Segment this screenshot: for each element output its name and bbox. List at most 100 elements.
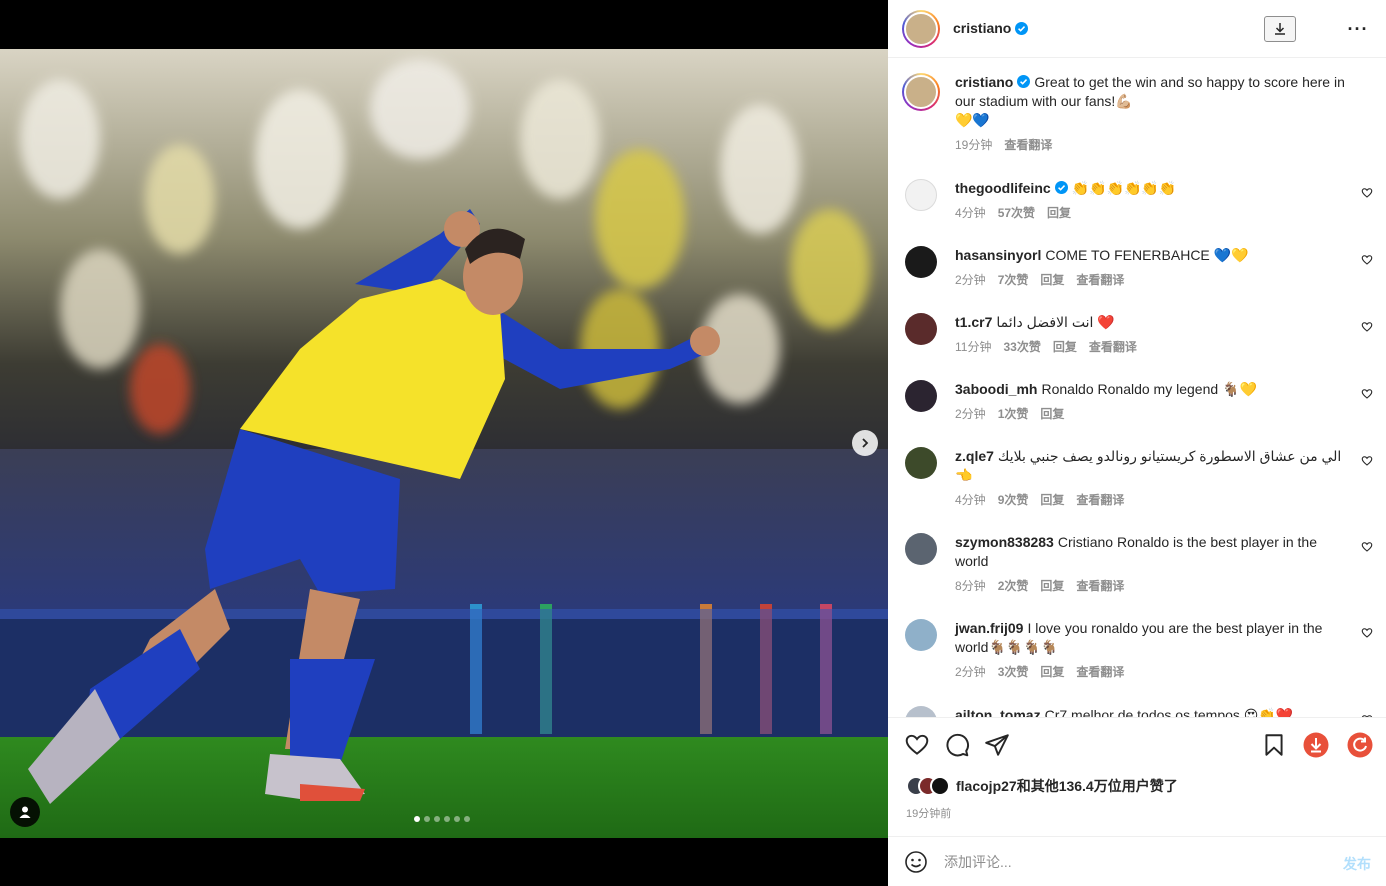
verified-icon — [1054, 181, 1068, 194]
comment-likes[interactable]: 57次赞 — [998, 204, 1035, 223]
comment-text: Cr7 melhor de todos os tempos 😍👏❤️ — [1044, 707, 1294, 717]
translate-link[interactable]: 查看翻译 — [1076, 491, 1124, 510]
comment-text: 👏👏👏👏👏👏 — [1071, 180, 1177, 196]
comment-meta: 11分钟 33次赞 回复 查看翻译 — [955, 338, 1345, 357]
commenter-username[interactable]: hasansinyorl — [955, 247, 1041, 263]
comment-likes[interactable]: 3次赞 — [998, 663, 1029, 682]
comment-time: 2分钟 — [955, 273, 986, 287]
download-extension-icon[interactable] — [1303, 732, 1329, 758]
commenter-username[interactable]: t1.cr7 — [955, 314, 992, 330]
commenter-username[interactable]: z.qle7 — [955, 448, 994, 464]
author-avatar[interactable] — [902, 10, 940, 48]
caption-meta: 19分钟 查看翻译 — [955, 136, 1345, 155]
commenter-avatar[interactable] — [905, 533, 937, 565]
post-photo — [0, 49, 888, 838]
user-tags-button[interactable] — [10, 797, 40, 827]
translate-link[interactable]: 查看翻译 — [1076, 271, 1124, 290]
caption-body: cristiano Great to get the win and so hap… — [955, 73, 1345, 155]
translate-link[interactable]: 查看翻译 — [1089, 338, 1137, 357]
heart-icon[interactable] — [904, 732, 930, 758]
comment-meta: 4分钟 57次赞 回复 — [955, 204, 1345, 223]
post-header: cristiano ··· — [888, 0, 1386, 58]
download-button[interactable] — [1264, 16, 1296, 42]
comment-like-heart-icon[interactable] — [1361, 187, 1373, 199]
comment-like-heart-icon[interactable] — [1361, 455, 1373, 467]
comment-like-heart-icon[interactable] — [1361, 321, 1373, 333]
caption-avatar[interactable] — [902, 73, 940, 111]
comment-icon[interactable] — [944, 732, 970, 758]
comment-body: szymon838283 Cristiano Ronaldo is the bes… — [955, 533, 1345, 596]
reply-link[interactable]: 回复 — [1040, 405, 1064, 424]
comments-list[interactable]: cristiano Great to get the win and so hap… — [888, 59, 1386, 717]
comment-like-heart-icon[interactable] — [1361, 627, 1373, 639]
post-side-panel: cristiano ··· cristiano Great to get the … — [888, 0, 1386, 886]
comment-text: الي من عشاق الاسطورة كريستيانو رونالدو ي… — [955, 448, 1342, 483]
caption-text: Great to get the win and so happy to sco… — [955, 74, 1345, 109]
commenter-avatar[interactable] — [905, 380, 937, 412]
comment-time: 2分钟 — [955, 407, 986, 421]
post-timestamp: 19分钟前 — [906, 808, 952, 820]
commenter-username[interactable]: szymon838283 — [955, 534, 1054, 550]
comment-likes[interactable]: 1次赞 — [998, 405, 1029, 424]
carousel-next-button[interactable] — [852, 430, 878, 456]
comment-time: 2分钟 — [955, 665, 986, 679]
likes-summary[interactable]: flacojp27和其他136.4万位用户赞了 — [906, 776, 1178, 796]
post-actions: flacojp27和其他136.4万位用户赞了 19分钟前 — [888, 717, 1386, 837]
likes-count-text[interactable]: flacojp27和其他136.4万位用户赞了 — [956, 776, 1178, 796]
emoji-icon[interactable] — [904, 850, 928, 874]
post-comment-button[interactable]: 发布 — [1343, 854, 1371, 874]
comment-text: Ronaldo Ronaldo my legend 🐐💛 — [1041, 381, 1257, 397]
comment-meta: 8分钟 2次赞 回复 查看翻译 — [955, 577, 1345, 596]
comment-meta: 2分钟 7次赞 回复 查看翻译 — [955, 271, 1345, 290]
reply-link[interactable]: 回复 — [1040, 663, 1064, 682]
caption-username[interactable]: cristiano — [955, 74, 1013, 90]
commenter-avatar[interactable] — [905, 619, 937, 651]
comment-likes[interactable]: 7次赞 — [998, 271, 1029, 290]
comment-body: 3aboodi_mh Ronaldo Ronaldo my legend 🐐💛 2分… — [955, 380, 1345, 424]
comment-time: 8分钟 — [955, 579, 986, 593]
commenter-avatar[interactable] — [905, 447, 937, 479]
comment-like-heart-icon[interactable] — [1361, 388, 1373, 400]
comment-input[interactable] — [944, 851, 1324, 873]
more-icon: ··· — [1347, 18, 1369, 39]
carousel-dot — [464, 816, 470, 822]
translate-link[interactable]: 查看翻译 — [1076, 663, 1124, 682]
comment-composer: 发布 — [888, 836, 1386, 886]
reply-link[interactable]: 回复 — [1040, 491, 1064, 510]
reply-link[interactable]: 回复 — [1040, 271, 1064, 290]
comment-meta: 2分钟 3次赞 回复 查看翻译 — [955, 663, 1345, 682]
comment-body: ailton_tomaz Cr7 melhor de todos os tempo… — [955, 706, 1345, 717]
more-options-button[interactable]: ··· — [1346, 18, 1370, 40]
comment-body: jwan.frij09 I love you ronaldo you are th… — [955, 619, 1345, 682]
carousel-indicator — [414, 816, 470, 822]
refresh-extension-icon[interactable] — [1347, 732, 1373, 758]
caption-translate-link[interactable]: 查看翻译 — [1004, 136, 1052, 155]
commenter-username[interactable]: ailton_tomaz — [955, 707, 1041, 717]
comment-like-heart-icon[interactable] — [1361, 254, 1373, 266]
reply-link[interactable]: 回复 — [1053, 338, 1077, 357]
comment-like-heart-icon[interactable] — [1361, 541, 1373, 553]
comment-meta: 2分钟 1次赞 回复 — [955, 405, 1345, 424]
carousel-dot — [434, 816, 440, 822]
author-name[interactable]: cristiano — [953, 20, 1029, 36]
commenter-avatar[interactable] — [905, 706, 937, 717]
carousel-dot — [454, 816, 460, 822]
commenter-avatar[interactable] — [905, 313, 937, 345]
reply-link[interactable]: 回复 — [1040, 577, 1064, 596]
comment-likes[interactable]: 2次赞 — [998, 577, 1029, 596]
reply-link[interactable]: 回复 — [1047, 204, 1071, 223]
comment-likes[interactable]: 9次赞 — [998, 491, 1029, 510]
bookmark-icon[interactable] — [1261, 732, 1287, 758]
commenter-avatar[interactable] — [905, 179, 937, 211]
verified-icon — [1015, 21, 1029, 35]
carousel-dot — [444, 816, 450, 822]
comment-body: z.qle7 الي من عشاق الاسطورة كريستيانو رون… — [955, 447, 1345, 510]
share-icon[interactable] — [984, 732, 1010, 758]
commenter-avatar[interactable] — [905, 246, 937, 278]
commenter-username[interactable]: jwan.frij09 — [955, 620, 1023, 636]
comment-likes[interactable]: 33次赞 — [1003, 338, 1040, 357]
commenter-username[interactable]: thegoodlifeinc — [955, 180, 1051, 196]
translate-link[interactable]: 查看翻译 — [1076, 577, 1124, 596]
commenter-username[interactable]: 3aboodi_mh — [955, 381, 1037, 397]
author-username[interactable]: cristiano — [953, 20, 1011, 36]
